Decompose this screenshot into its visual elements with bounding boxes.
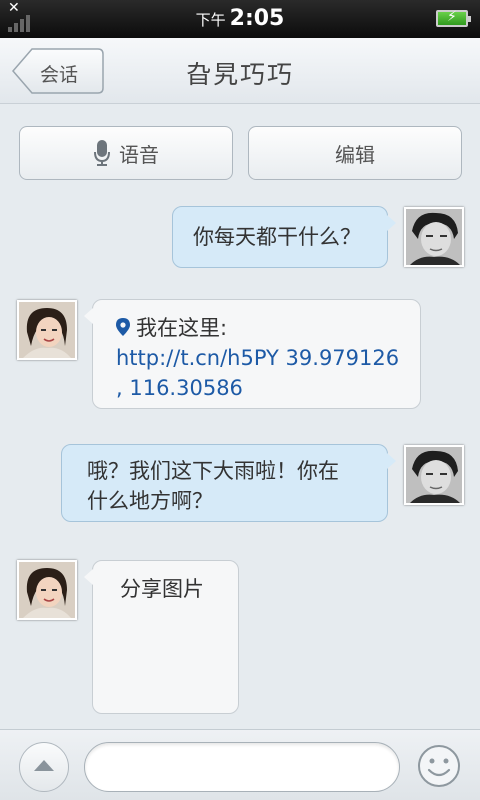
message-text-line: 什么地方啊？ [87,489,213,513]
emoji-icon[interactable] [416,743,462,789]
composer-bar [0,729,480,800]
title-bar: 会话 旮旯巧巧 [0,38,480,104]
message-bubble-outgoing[interactable]: 哦？我们这下大雨啦！你在 什么地方啊？ [61,444,396,522]
message-bubble-incoming-location[interactable]: 我在这里: http://t.cn/h5PY 39.979126 , 116.3… [84,299,421,409]
message-input[interactable] [84,742,400,792]
status-ampm: 下午 [195,11,226,29]
message-bubble-outgoing[interactable]: 你每天都干什么？ [172,206,396,268]
status-time: 下午 2:05 [0,6,480,31]
status-clock: 2:05 [229,6,285,31]
page-title: 旮旯巧巧 [185,60,294,89]
expand-up-button[interactable] [19,742,69,792]
contact-avatar[interactable] [17,300,77,360]
message-text-line: 哦？我们这下大雨啦！你在 [87,459,339,483]
contact-avatar[interactable] [17,560,77,620]
location-pin-icon [116,314,130,336]
edit-button[interactable]: 编辑 [248,126,462,180]
message-text: 你每天都干什么？ [193,225,361,249]
my-avatar[interactable] [404,445,464,505]
voice-button[interactable]: 语音 [19,126,233,180]
battery-charging-icon: ⚡ [436,9,471,27]
location-label: 我在这里: [136,316,228,340]
share-image-label: 分享图片 [120,577,204,601]
location-link[interactable]: http://t.cn/h5PY 39.979126 [116,343,420,373]
location-link-continued[interactable]: , 116.30586 [116,373,420,403]
message-bubble-incoming-image[interactable]: 分享图片 [84,560,239,714]
location-line: 我在这里: [116,313,420,343]
status-bar: ✕ 下午 2:05 ⚡ [0,0,480,38]
my-avatar[interactable] [404,207,464,267]
voice-button-label: 语音 [119,142,159,167]
edit-button-label: 编辑 [335,142,375,167]
microphone-icon [93,139,111,167]
